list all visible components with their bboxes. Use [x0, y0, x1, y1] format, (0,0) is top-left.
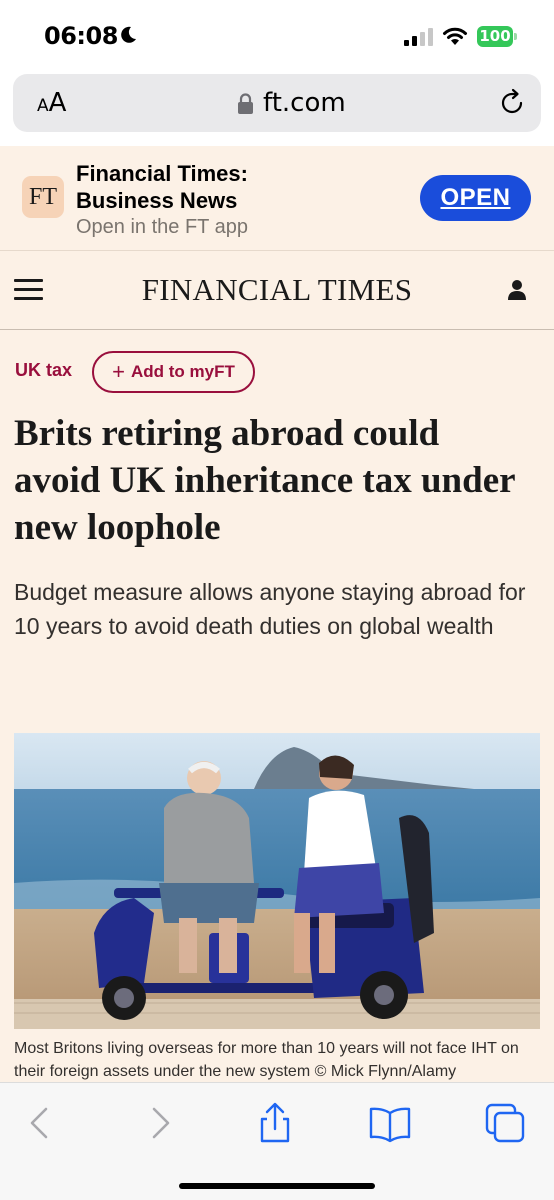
bookmarks-icon[interactable]	[368, 1101, 412, 1145]
tabs-icon[interactable]	[484, 1101, 528, 1145]
article-standfirst: Budget measure allows anyone staying abr…	[14, 579, 526, 639]
user-account-icon[interactable]	[508, 279, 526, 301]
app-name: Financial Times: Business News	[76, 160, 296, 214]
status-bar: 06:08 100	[0, 0, 554, 70]
signal-icon	[404, 28, 433, 46]
image-caption: Most Britons living overseas for more th…	[14, 1040, 519, 1080]
moon-icon	[121, 26, 136, 43]
app-name-line2: Business News	[76, 188, 238, 213]
share-icon[interactable]	[253, 1101, 297, 1145]
back-icon[interactable]	[18, 1101, 62, 1145]
add-to-myft-button[interactable]: + Add to myFT	[92, 351, 255, 393]
text-size-large-label: A	[48, 88, 67, 118]
browser-toolbar	[0, 1082, 554, 1200]
open-app-button[interactable]: OPEN	[420, 175, 531, 221]
text-size-button[interactable]: AA	[37, 88, 66, 118]
reload-icon[interactable]	[497, 88, 527, 118]
wifi-icon	[443, 27, 467, 45]
text-size-small-label: A	[37, 96, 49, 116]
masthead-logo[interactable]: FINANCIAL TIMES	[0, 272, 554, 308]
site-header: FINANCIAL TIMES	[0, 252, 554, 330]
topic-link[interactable]: UK tax	[15, 360, 72, 381]
address-bar[interactable]: AA ft.com	[13, 74, 541, 132]
add-to-myft-label: Add to myFT	[130, 362, 235, 381]
ft-app-logo: FT	[22, 176, 64, 218]
app-banner-subtitle: Open in the FT app	[76, 216, 248, 238]
browser-address-area: AA ft.com	[0, 70, 554, 146]
app-name-line1: Financial Times:	[76, 161, 248, 186]
status-time: 06:08	[44, 22, 118, 50]
article-hero-image	[14, 733, 540, 1029]
battery-tip	[514, 33, 517, 40]
lock-icon	[238, 93, 253, 114]
battery-indicator: 100	[477, 26, 517, 47]
article-headline: Brits retiring abroad could avoid UK inh…	[14, 413, 515, 548]
app-banner: FT Financial Times: Business News Open i…	[0, 146, 554, 251]
home-indicator[interactable]	[179, 1183, 375, 1189]
battery-level: 100	[477, 26, 513, 47]
plus-icon: +	[112, 359, 125, 384]
forward-icon[interactable]	[138, 1101, 182, 1145]
url-text[interactable]: ft.com	[263, 88, 346, 118]
